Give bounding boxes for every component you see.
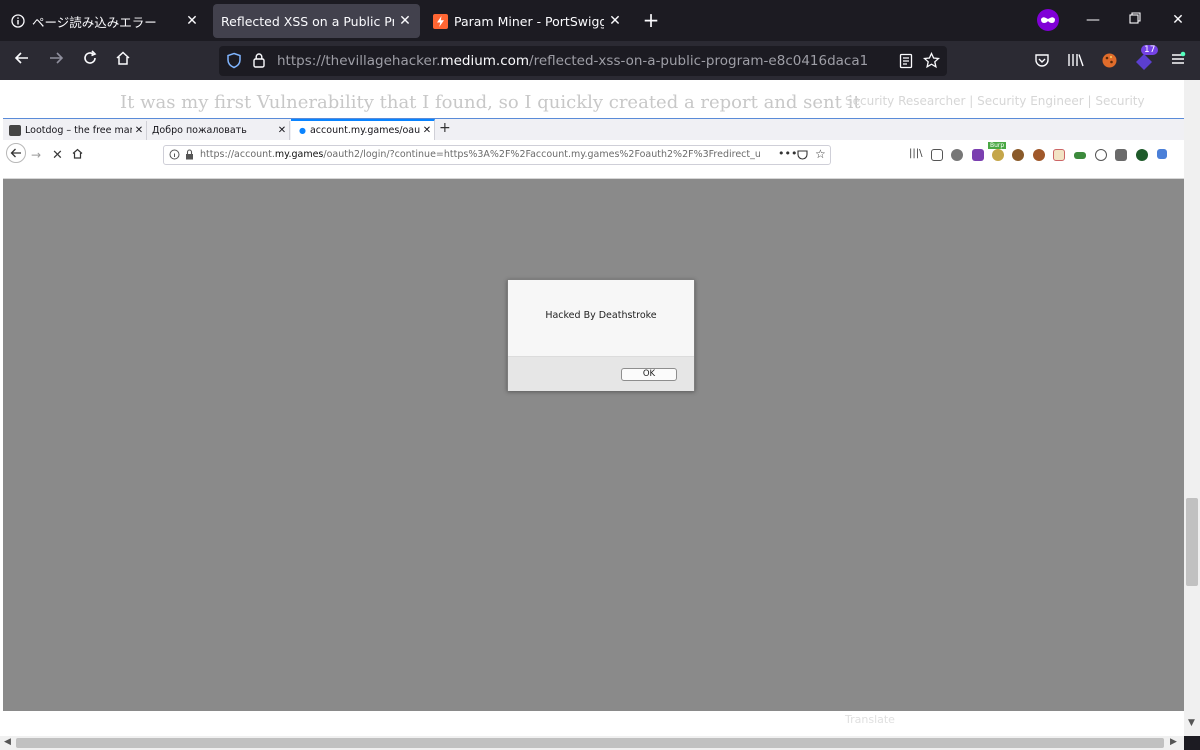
close-tab-icon[interactable]: ✕ xyxy=(181,13,203,29)
library-icon[interactable] xyxy=(1067,52,1085,72)
burp-badge: Burp xyxy=(988,142,1007,149)
horizontal-scroll-thumb[interactable] xyxy=(16,738,1164,748)
alert-footer: OK xyxy=(508,356,694,391)
private-browsing-icon xyxy=(1037,9,1059,31)
tab-label: Reflected XSS on a Public Program xyxy=(221,13,394,29)
minimize-button[interactable]: — xyxy=(1083,10,1103,30)
embedded-tab-welcome: Добро пожаловать ✕ xyxy=(148,121,290,140)
close-tab-icon: ✕ xyxy=(134,125,144,136)
search-extension-icon xyxy=(1095,149,1107,161)
close-window-button[interactable]: ✕ xyxy=(1168,10,1188,30)
reader-view-icon[interactable] xyxy=(899,53,913,73)
restore-button[interactable] xyxy=(1125,10,1145,30)
embedded-tab-account: ● account.my.games/oauth ✕ xyxy=(291,119,435,140)
extension-badge-count: 17 xyxy=(1141,45,1159,55)
close-tab-icon[interactable]: ✕ xyxy=(394,13,416,29)
close-tab-icon: ✕ xyxy=(277,125,287,136)
tab-label: Param Miner - PortSwigger xyxy=(454,13,604,29)
wappalyzer-icon xyxy=(1074,152,1086,159)
pocket-icon xyxy=(797,149,808,163)
library-icon: |||\ xyxy=(909,148,923,159)
embedded-tab-lootdog: Lootdog – the free market ✕ xyxy=(5,121,147,140)
vertical-scrollbar[interactable]: ▼ xyxy=(1184,80,1200,736)
tab-page-load-error[interactable]: ページ読み込みエラー ✕ xyxy=(0,4,207,38)
reload-button[interactable] xyxy=(78,49,102,73)
shield-icon[interactable] xyxy=(226,52,242,73)
embedded-tab-label: Добро пожаловать xyxy=(152,125,247,136)
article-page: It was my first Vulnerability that I fou… xyxy=(0,80,1200,736)
new-tab-icon: + xyxy=(439,120,451,136)
author-sidebar-text: Security Researcher | Security Engineer … xyxy=(845,94,1145,108)
tab-param-miner[interactable]: Param Miner - PortSwigger ✕ xyxy=(422,4,630,38)
cookie-extension-icon[interactable] xyxy=(1101,52,1118,73)
translate-icon xyxy=(1157,149,1167,159)
embedded-tab-label: Lootdog – the free market xyxy=(25,125,132,136)
lootdog-icon xyxy=(9,125,21,136)
embedded-tab-bar: Lootdog – the free market ✕ Добро пожало… xyxy=(3,119,1184,140)
xss-alert-dialog: Hacked By Deathstroke OK xyxy=(507,279,695,391)
home-icon xyxy=(72,148,83,162)
storage-icon xyxy=(1053,149,1065,161)
extension-badge-icon[interactable]: 17 xyxy=(1133,45,1159,75)
close-tab-icon[interactable]: ✕ xyxy=(604,13,626,29)
info-icon xyxy=(169,149,180,163)
cookie-editor-icon xyxy=(1033,149,1045,161)
portswigger-icon xyxy=(432,13,448,29)
horizontal-scrollbar[interactable]: ◀ ▶ xyxy=(0,736,1184,750)
scroll-right-arrow-icon[interactable]: ▶ xyxy=(1170,737,1177,747)
app-menu-button[interactable] xyxy=(1170,51,1186,71)
shield-extension-icon xyxy=(1136,149,1148,161)
more-actions-icon: ••• xyxy=(778,147,798,160)
tab-label: ページ読み込みエラー xyxy=(32,14,157,30)
forward-arrow-icon: → xyxy=(31,148,42,162)
vertical-scroll-thumb[interactable] xyxy=(1186,498,1198,586)
sidebar-bottom-text: Translate xyxy=(845,713,895,726)
info-icon xyxy=(10,13,26,29)
lock-icon[interactable] xyxy=(252,52,266,72)
outer-tab-bar: ページ読み込みエラー ✕ Reflected XSS on a Public P… xyxy=(0,0,1200,41)
account-icon xyxy=(951,149,963,161)
sidebar-icon xyxy=(931,149,943,161)
article-text: It was my first Vulnerability that I fou… xyxy=(120,92,861,113)
url-text: https://thevillagehacker.medium.com/refl… xyxy=(277,53,869,69)
embedded-tab-label: account.my.games/oauth xyxy=(309,125,420,136)
back-button[interactable] xyxy=(10,49,34,73)
embedded-screenshot: Lootdog – the free market ✕ Добро пожало… xyxy=(3,118,1184,711)
stop-loading-icon: ✕ xyxy=(52,148,63,163)
home-button[interactable] xyxy=(111,49,135,73)
wrench-icon xyxy=(1115,149,1127,161)
embedded-url-bar: https://account.my.games/oauth2/login/?c… xyxy=(163,145,831,165)
cookie-icon xyxy=(1012,149,1024,161)
lock-icon xyxy=(185,149,194,163)
url-bar[interactable]: https://thevillagehacker.medium.com/refl… xyxy=(219,46,947,76)
close-tab-icon: ✕ xyxy=(422,125,432,136)
back-arrow-icon xyxy=(6,143,26,163)
pocket-icon[interactable] xyxy=(1034,52,1050,72)
bookmark-star-icon[interactable] xyxy=(922,51,941,73)
embedded-url-text: https://account.my.games/oauth2/login/?c… xyxy=(200,149,760,160)
loading-dot-icon: ● xyxy=(299,126,306,135)
alert-ok-button[interactable]: OK xyxy=(621,368,677,381)
new-tab-button[interactable]: + xyxy=(640,9,662,31)
scroll-left-arrow-icon[interactable]: ◀ xyxy=(4,737,11,747)
extension-icon xyxy=(972,149,984,161)
alert-message: Hacked By Deathstroke xyxy=(545,310,657,321)
embedded-nav-bar: → ✕ https://account.my.games/oauth2/logi… xyxy=(3,140,1184,179)
forward-button[interactable] xyxy=(44,49,68,73)
bookmark-star-icon: ☆ xyxy=(815,147,826,161)
scroll-down-arrow-icon[interactable]: ▼ xyxy=(1188,718,1195,728)
tab-reflected-xss[interactable]: Reflected XSS on a Public Program ✕ xyxy=(213,4,420,38)
burp-extension-icon: Burp xyxy=(988,142,1007,161)
outer-nav-bar: https://thevillagehacker.medium.com/refl… xyxy=(0,41,1200,80)
